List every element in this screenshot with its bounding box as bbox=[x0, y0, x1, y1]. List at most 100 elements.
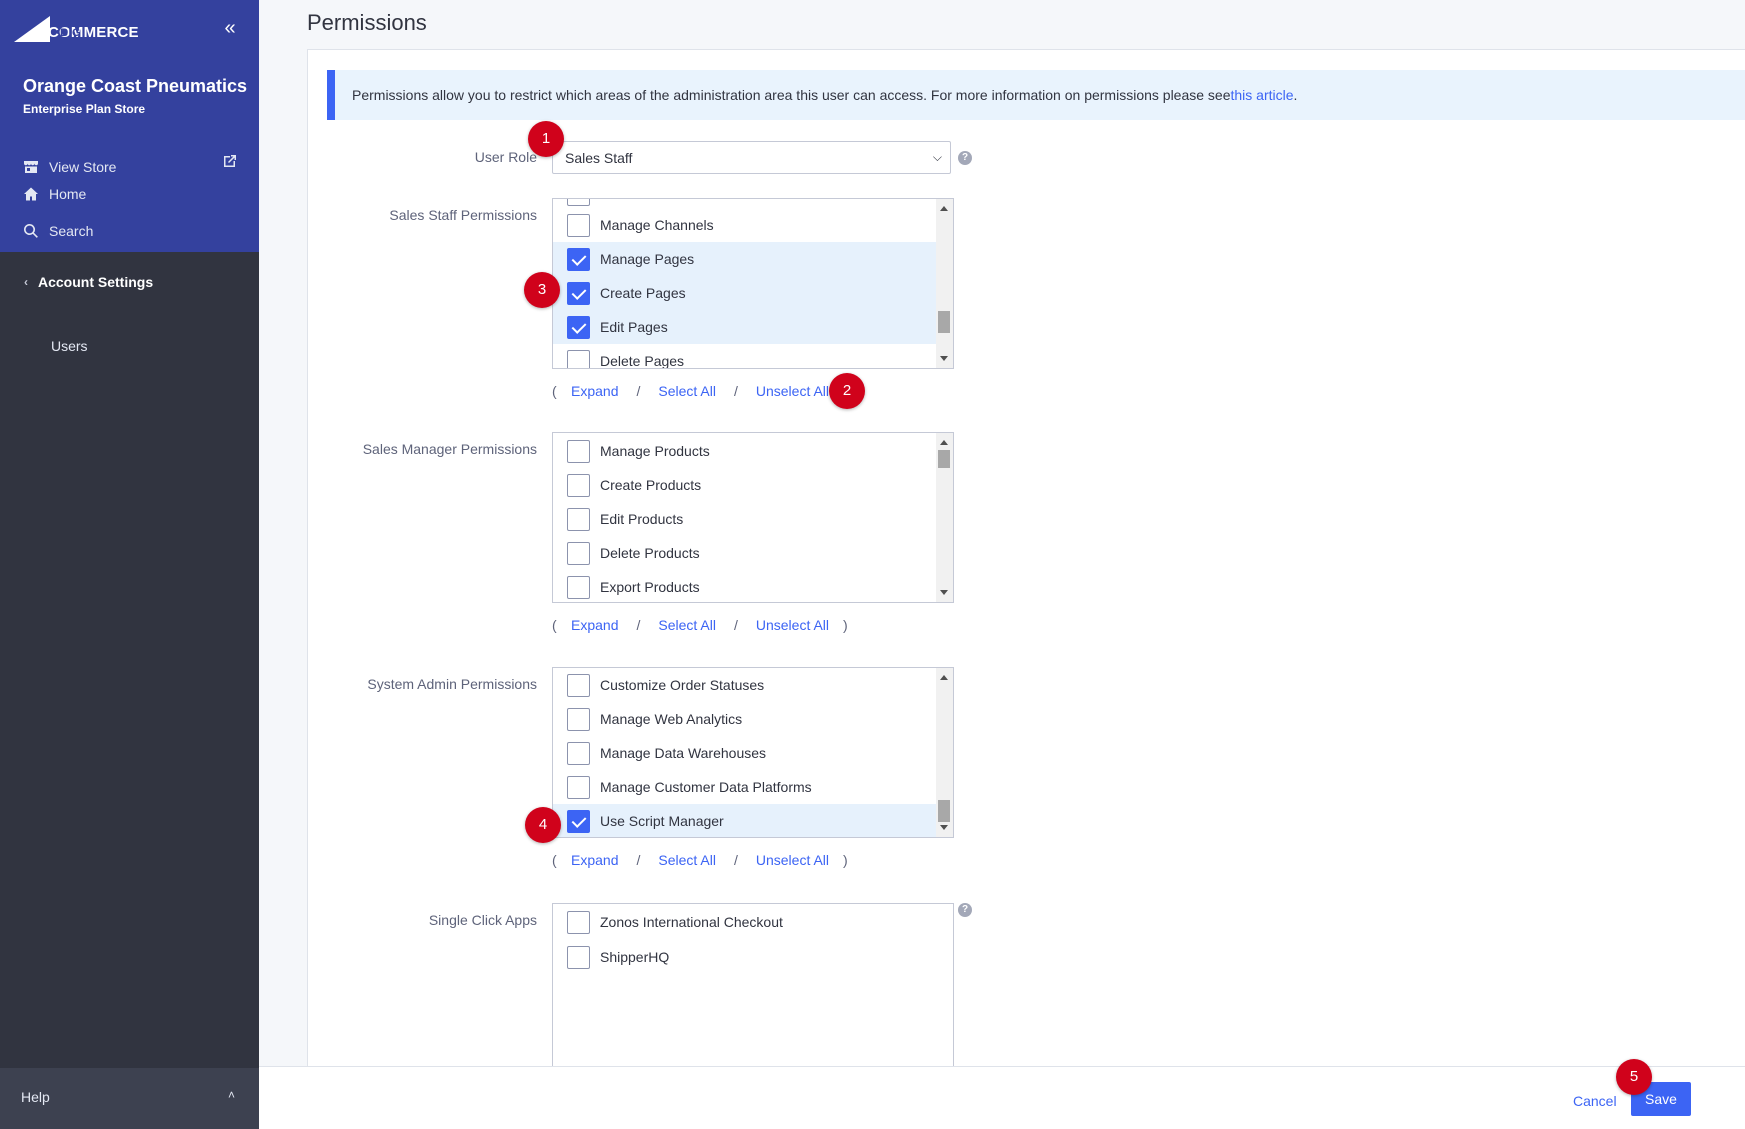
sales-staff-actions: ( Expand / Select All / Unselect All bbox=[552, 381, 829, 401]
permission-checkbox[interactable] bbox=[567, 473, 590, 497]
system-admin-permissions-label: System Admin Permissions bbox=[367, 676, 537, 692]
scrollbar[interactable] bbox=[936, 668, 953, 837]
expand-link[interactable]: Expand bbox=[571, 617, 618, 633]
cancel-button[interactable]: Cancel bbox=[1573, 1093, 1617, 1109]
scroll-up-arrow-icon[interactable] bbox=[940, 206, 948, 211]
expand-link[interactable]: Expand bbox=[571, 383, 618, 399]
account-settings-back[interactable]: ‹ Account Settings bbox=[24, 274, 153, 290]
system-admin-actions: ( Expand / Select All / Unselect All ) bbox=[552, 850, 848, 870]
this-article-link[interactable]: this article bbox=[1231, 87, 1294, 103]
chevron-left-icon: ‹ bbox=[24, 275, 28, 289]
permission-label: Manage Products bbox=[600, 443, 710, 459]
permission-checkbox[interactable] bbox=[567, 349, 590, 368]
single-click-apps-list[interactable]: Zonos International Checkout ShipperHQ bbox=[552, 903, 954, 1073]
list-item[interactable]: Use Script Manager bbox=[553, 804, 936, 837]
list-item[interactable]: ShipperHQ bbox=[553, 940, 936, 974]
permission-checkbox[interactable] bbox=[567, 707, 590, 731]
list-item[interactable]: Manage Web Analytics bbox=[553, 702, 936, 736]
permission-label: Create Products bbox=[600, 477, 702, 493]
sidebar-item-users[interactable]: Users bbox=[51, 338, 88, 354]
permission-checkbox[interactable] bbox=[567, 281, 590, 305]
chevron-down-icon: ⌵ bbox=[932, 150, 942, 164]
nav-view-store[interactable]: View Store bbox=[23, 156, 116, 178]
separator: / bbox=[733, 383, 738, 399]
unselect-all-link[interactable]: Unselect All bbox=[756, 383, 829, 399]
permission-checkbox[interactable] bbox=[567, 673, 590, 697]
select-all-link[interactable]: Select All bbox=[658, 383, 716, 399]
permission-label: Export Products bbox=[600, 579, 700, 595]
list-item[interactable]: Manage Products bbox=[553, 434, 936, 468]
chevron-up-icon[interactable]: ˄ bbox=[228, 1088, 235, 1102]
scroll-down-arrow-icon[interactable] bbox=[940, 825, 948, 830]
expand-link[interactable]: Expand bbox=[571, 852, 618, 868]
app-checkbox[interactable] bbox=[567, 910, 590, 934]
list-item[interactable]: Edit Products bbox=[553, 502, 936, 536]
list-item[interactable]: Create Pages bbox=[553, 276, 936, 310]
sales-manager-permissions-label: Sales Manager Permissions bbox=[362, 441, 537, 457]
scroll-thumb[interactable] bbox=[938, 450, 950, 468]
nav-search-label: Search bbox=[49, 223, 94, 239]
scroll-thumb[interactable] bbox=[938, 311, 950, 333]
user-role-select[interactable]: Sales Staff ⌵ bbox=[552, 141, 951, 174]
user-role-value: Sales Staff bbox=[565, 149, 633, 166]
nav-search[interactable]: Search bbox=[23, 220, 93, 242]
sales-manager-permissions-list[interactable]: Manage Products Create Products Edit Pro… bbox=[552, 432, 954, 603]
list-item[interactable]: Customize Order Statuses bbox=[553, 668, 936, 702]
permission-checkbox[interactable] bbox=[567, 439, 590, 463]
list-item[interactable]: Edit Pages bbox=[553, 310, 936, 344]
single-click-apps-help-icon[interactable]: ? bbox=[958, 903, 972, 917]
permission-checkbox[interactable] bbox=[567, 741, 590, 765]
nav-home[interactable]: Home bbox=[23, 183, 86, 205]
user-role-help-icon[interactable]: ? bbox=[958, 151, 972, 165]
list-item[interactable]: Manage Pages bbox=[553, 242, 936, 276]
unselect-all-link[interactable]: Unselect All bbox=[756, 852, 829, 868]
scroll-up-arrow-icon[interactable] bbox=[940, 675, 948, 680]
step-badge: 2 bbox=[829, 373, 865, 409]
app-label: Zonos International Checkout bbox=[600, 914, 783, 930]
scroll-down-arrow-icon[interactable] bbox=[940, 590, 948, 595]
close-paren: ) bbox=[843, 617, 848, 633]
step-badge: 3 bbox=[524, 272, 560, 308]
system-admin-permissions-list[interactable]: Customize Order Statuses Manage Web Anal… bbox=[552, 667, 954, 838]
list-item[interactable]: Export Products bbox=[553, 570, 936, 602]
permission-checkbox[interactable] bbox=[567, 775, 590, 799]
list-item[interactable]: Delete Products bbox=[553, 536, 936, 570]
permission-checkbox[interactable] bbox=[567, 213, 590, 237]
list-item[interactable]: Delete Pages bbox=[553, 344, 936, 368]
separator: / bbox=[636, 852, 641, 868]
list-item[interactable]: Create Products bbox=[553, 468, 936, 502]
scrollbar[interactable] bbox=[936, 433, 953, 602]
info-banner-text: Permissions allow you to restrict which … bbox=[352, 87, 1231, 103]
permission-checkbox[interactable] bbox=[567, 541, 590, 565]
permission-checkbox[interactable] bbox=[567, 507, 590, 531]
open-paren: ( bbox=[552, 852, 557, 868]
separator: / bbox=[636, 617, 641, 633]
select-all-link[interactable]: Select All bbox=[658, 852, 716, 868]
permission-checkbox[interactable] bbox=[567, 199, 590, 206]
logo-big-text: BIG bbox=[60, 27, 82, 39]
permission-checkbox[interactable] bbox=[567, 575, 590, 599]
footer-bar bbox=[259, 1066, 1745, 1129]
scrollbar[interactable] bbox=[936, 199, 953, 368]
permission-checkbox[interactable] bbox=[567, 247, 590, 271]
collapse-sidebar-icon[interactable]: « bbox=[220, 18, 240, 38]
select-all-link[interactable]: Select All bbox=[658, 617, 716, 633]
app-checkbox[interactable] bbox=[567, 945, 590, 969]
bigcommerce-logo[interactable]: BIG COMMERCE bbox=[14, 16, 139, 42]
scroll-up-arrow-icon[interactable] bbox=[940, 440, 948, 445]
scroll-down-arrow-icon[interactable] bbox=[940, 356, 948, 361]
close-paren: ) bbox=[843, 852, 848, 868]
unselect-all-link[interactable]: Unselect All bbox=[756, 617, 829, 633]
permission-checkbox[interactable] bbox=[567, 809, 590, 833]
sales-staff-permissions-list[interactable]: Manage Channels Manage Pages Create Page… bbox=[552, 198, 954, 369]
step-badge: 5 bbox=[1616, 1059, 1652, 1095]
permission-checkbox[interactable] bbox=[567, 315, 590, 339]
external-link-icon[interactable] bbox=[222, 153, 238, 169]
list-item[interactable]: Manage Customer Data Platforms bbox=[553, 770, 936, 804]
list-item[interactable]: Manage Data Warehouses bbox=[553, 736, 936, 770]
list-item[interactable]: Manage Channels bbox=[553, 208, 936, 242]
scroll-thumb[interactable] bbox=[938, 800, 950, 822]
app-label: ShipperHQ bbox=[600, 949, 670, 965]
help-label[interactable]: Help bbox=[21, 1089, 50, 1105]
list-item[interactable]: Zonos International Checkout bbox=[553, 905, 936, 939]
